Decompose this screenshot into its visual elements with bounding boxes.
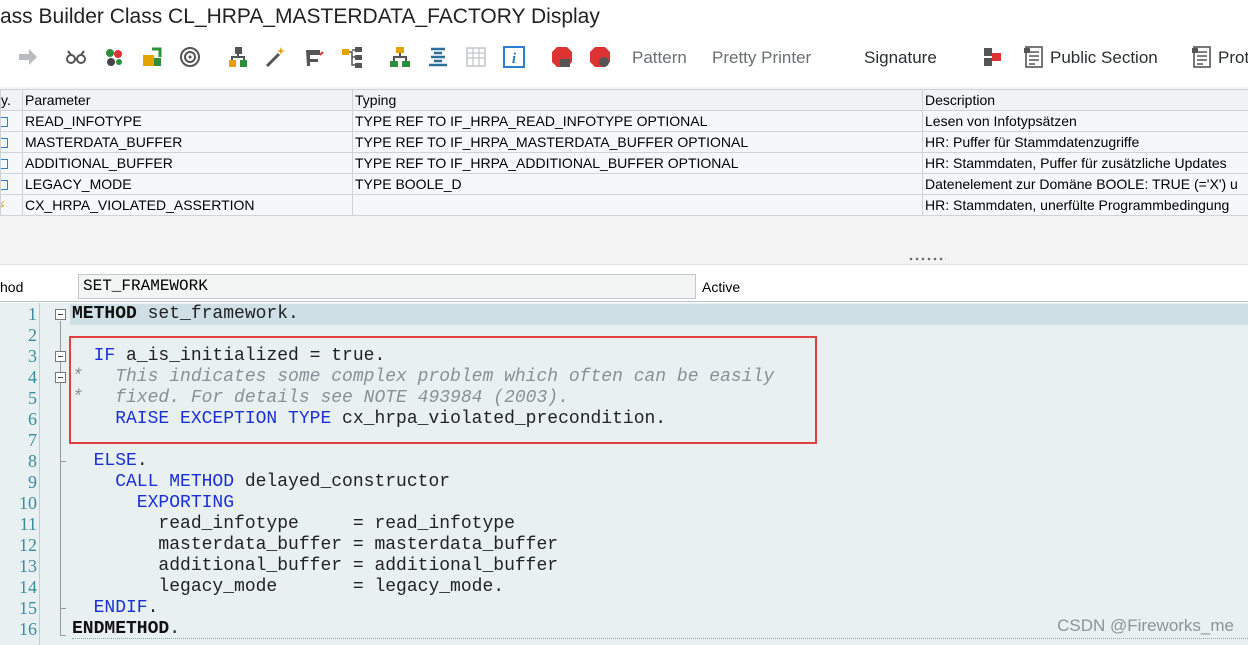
importing-parameter-icon xyxy=(1,138,8,149)
code-line[interactable]: ENDMETHOD. xyxy=(72,619,180,640)
line-number: 15 xyxy=(19,598,37,618)
column-header-parameter[interactable]: Parameter xyxy=(22,89,353,111)
parameter-name[interactable]: READ_INFOTYPE xyxy=(22,110,353,132)
parameter-name[interactable]: CX_HRPA_VIOLATED_ASSERTION xyxy=(22,194,353,216)
breakpoint-icon[interactable] xyxy=(588,45,612,69)
parameter-description[interactable]: HR: Stammdaten, Puffer für zusätzliche U… xyxy=(922,152,1248,174)
parameter-typing[interactable]: TYPE REF TO IF_HRPA_MASTERDATA_BUFFER OP… xyxy=(352,131,923,153)
table-row[interactable]: READ_INFOTYPE TYPE REF TO IF_HRPA_READ_I… xyxy=(0,110,1248,132)
code-line[interactable]: ELSE. xyxy=(72,451,148,472)
parameter-typing[interactable]: TYPE REF TO IF_HRPA_ADDITIONAL_BUFFER OP… xyxy=(352,152,923,174)
collapse-method-icon[interactable] xyxy=(55,309,66,320)
line-number: 6 xyxy=(28,409,37,429)
code-line[interactable]: EXPORTING xyxy=(72,493,234,514)
table-row[interactable]: ADDITIONAL_BUFFER TYPE REF TO IF_HRPA_AD… xyxy=(0,152,1248,174)
importing-parameter-icon xyxy=(1,159,8,170)
column-header-typing[interactable]: Typing xyxy=(352,89,923,111)
code-line[interactable]: additional_buffer = additional_buffer xyxy=(72,556,558,577)
parameter-panel: y. Parameter Typing Description READ_INF… xyxy=(0,87,1248,253)
pretty-printer-button[interactable]: Pretty Printer xyxy=(712,48,811,68)
pretty-icon[interactable] xyxy=(302,45,326,69)
signature-button[interactable]: Signature xyxy=(864,48,937,68)
fold-column xyxy=(40,303,70,645)
code-line[interactable]: CALL METHOD delayed_constructor xyxy=(72,472,450,493)
column-header-type[interactable]: y. xyxy=(0,89,23,111)
parameter-description[interactable]: Datenelement zur Domäne BOOLE: TRUE (='X… xyxy=(922,173,1248,195)
code-line[interactable]: METHOD set_framework. xyxy=(72,304,299,325)
protected-section-icon[interactable] xyxy=(1190,45,1214,69)
stop-icon[interactable] xyxy=(550,45,574,69)
activate-icon[interactable] xyxy=(140,45,164,69)
table-header-row: y. Parameter Typing Description xyxy=(0,89,1248,111)
splitter-handle[interactable] xyxy=(0,253,1248,265)
line-number: 5 xyxy=(28,388,37,408)
cascade-icon[interactable] xyxy=(340,45,364,69)
line-number: 16 xyxy=(19,619,37,639)
code-line[interactable]: masterdata_buffer = masterdata_buffer xyxy=(72,535,558,556)
line-number: 4 xyxy=(28,367,37,387)
public-section-button[interactable]: Public Section xyxy=(1050,48,1158,68)
line-number: 14 xyxy=(19,577,37,597)
parameter-table: y. Parameter Typing Description READ_INF… xyxy=(0,89,1248,216)
exception-bolt-icon: ⚡ xyxy=(2,198,7,214)
info-icon[interactable]: i xyxy=(502,45,526,69)
window-title: ass Builder Class CL_HRPA_MASTERDATA_FAC… xyxy=(0,5,600,28)
line-number: 13 xyxy=(19,556,37,576)
line-number: 1 xyxy=(28,304,37,324)
collapse-comment-icon[interactable] xyxy=(55,372,66,383)
importing-parameter-icon xyxy=(1,117,8,128)
collapse-if-icon[interactable] xyxy=(55,351,66,362)
line-number: 12 xyxy=(19,535,37,555)
grid-icon[interactable] xyxy=(464,45,488,69)
tree-icon[interactable] xyxy=(388,45,412,69)
editor-end-marker xyxy=(72,638,1248,639)
line-number: 11 xyxy=(19,514,37,534)
table-row[interactable]: ⚡ CX_HRPA_VIOLATED_ASSERTION HR: Stammda… xyxy=(0,194,1248,216)
annotation-highlight-box xyxy=(69,336,817,444)
importing-parameter-icon xyxy=(1,180,8,191)
hierarchy-icon[interactable] xyxy=(226,45,250,69)
magic-wand-icon[interactable] xyxy=(264,45,288,69)
code-line[interactable]: legacy_mode = legacy_mode. xyxy=(72,577,504,598)
parameter-description[interactable]: Lesen von Infotypsätzen xyxy=(922,110,1248,132)
pattern-button[interactable]: Pattern xyxy=(632,48,687,68)
sections-icon[interactable] xyxy=(980,45,1004,69)
title-bar: ass Builder Class CL_HRPA_MASTERDATA_FAC… xyxy=(0,0,1248,36)
where-used-icon[interactable] xyxy=(178,45,202,69)
line-number: 10 xyxy=(19,493,37,513)
column-header-description[interactable]: Description xyxy=(922,89,1248,111)
table-row[interactable]: MASTERDATA_BUFFER TYPE REF TO IF_HRPA_MA… xyxy=(0,131,1248,153)
parameter-description[interactable]: HR: Stammdaten, unerfülte Programmbeding… xyxy=(922,194,1248,216)
method-label: hod xyxy=(0,279,24,295)
parameter-name[interactable]: LEGACY_MODE xyxy=(22,173,353,195)
line-number-gutter: 1 2 3 4 5 6 7 8 9 10 11 12 13 14 15 16 xyxy=(0,303,40,645)
line-number: 7 xyxy=(28,430,37,450)
forward-arrow-icon[interactable] xyxy=(16,45,40,69)
code-editor[interactable]: 1 2 3 4 5 6 7 8 9 10 11 12 13 14 15 16 M… xyxy=(0,303,1248,645)
protected-section-button[interactable]: Prot xyxy=(1218,48,1248,68)
table-row[interactable]: LEGACY_MODE TYPE BOOLE_D Datenelement zu… xyxy=(0,173,1248,195)
line-number: 9 xyxy=(28,472,37,492)
object-list-icon[interactable] xyxy=(102,45,126,69)
line-number: 3 xyxy=(28,346,37,366)
glasses-icon[interactable] xyxy=(64,45,88,69)
toolbar: i Pattern Pretty Printer Signature Publi… xyxy=(0,38,1248,78)
list-icon[interactable] xyxy=(426,45,450,69)
parameter-typing[interactable]: TYPE BOOLE_D xyxy=(352,173,923,195)
parameter-typing[interactable] xyxy=(352,194,923,216)
method-bar: hod SET_FRAMEWORK Active xyxy=(0,266,1248,302)
parameter-name[interactable]: ADDITIONAL_BUFFER xyxy=(22,152,353,174)
method-name-field[interactable]: SET_FRAMEWORK xyxy=(78,274,696,299)
public-section-icon[interactable] xyxy=(1022,45,1046,69)
parameter-name[interactable]: MASTERDATA_BUFFER xyxy=(22,131,353,153)
parameter-typing[interactable]: TYPE REF TO IF_HRPA_READ_INFOTYPE OPTION… xyxy=(352,110,923,132)
parameter-description[interactable]: HR: Puffer für Stammdatenzugriffe xyxy=(922,131,1248,153)
code-line[interactable]: read_infotype = read_infotype xyxy=(72,514,514,535)
code-line[interactable]: ENDIF. xyxy=(72,598,159,619)
watermark: CSDN @Fireworks_me xyxy=(1057,616,1234,635)
splitter-grip-icon[interactable] xyxy=(908,257,946,261)
method-status: Active xyxy=(702,279,741,295)
line-number: 2 xyxy=(28,325,37,345)
line-number: 8 xyxy=(28,451,37,471)
